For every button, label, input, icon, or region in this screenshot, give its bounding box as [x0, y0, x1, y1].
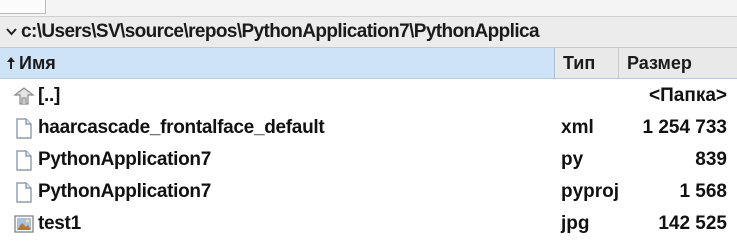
file-icon — [10, 144, 38, 176]
list-item[interactable]: test1 jpg 142 525 — [0, 208, 737, 240]
folder-up-icon — [10, 80, 38, 112]
list-item-size: 839 — [695, 149, 727, 170]
list-item[interactable]: PythonApplication7 py 839 — [0, 144, 737, 176]
image-file-icon — [10, 208, 38, 240]
file-panel: c:\Users\SV\source\repos\PythonApplicati… — [0, 0, 737, 246]
column-header-name-label: Имя — [19, 52, 56, 73]
list-item-size: 142 525 — [658, 213, 727, 234]
sort-ascending-icon — [6, 56, 16, 70]
file-icon — [10, 176, 38, 208]
list-item-size: <Папка> — [649, 85, 727, 106]
list-item-name: test1 — [38, 213, 81, 234]
list-item-parent-dir[interactable]: [..] <Папка> — [0, 80, 737, 112]
list-item[interactable]: haarcascade_frontalface_default xml 1 25… — [0, 112, 737, 144]
list-item-name: [..] — [38, 85, 61, 106]
column-header-type[interactable]: Тип — [555, 48, 619, 78]
list-item-type: jpg — [561, 213, 590, 234]
column-header-size-label: Размер — [627, 52, 692, 73]
column-header-name[interactable]: Имя — [0, 48, 555, 78]
list-item-type: xml — [561, 117, 594, 138]
list-item-type: py — [561, 149, 584, 170]
chevron-down-icon[interactable] — [6, 28, 18, 36]
list-item-name: haarcascade_frontalface_default — [38, 117, 325, 138]
file-icon — [10, 112, 38, 144]
file-list: [..] <Папка> haarcascade_frontalface_def… — [0, 80, 737, 240]
column-header: Имя Тип Размер — [0, 48, 737, 79]
list-item-type: pyproj — [561, 181, 620, 202]
list-item[interactable]: PythonApplication7 pyproj 1 568 — [0, 176, 737, 208]
path-bar[interactable]: c:\Users\SV\source\repos\PythonApplicati… — [0, 16, 737, 48]
column-header-type-label: Тип — [563, 52, 596, 73]
panel-tab[interactable] — [0, 0, 46, 14]
list-item-size: 1 254 733 — [642, 117, 727, 138]
list-item-name: PythonApplication7 — [38, 149, 211, 170]
list-item-size: 1 568 — [679, 181, 727, 202]
column-header-size[interactable]: Размер — [619, 48, 737, 78]
list-item-name: PythonApplication7 — [38, 181, 211, 202]
panel-tab-strip — [0, 0, 737, 16]
current-path: c:\Users\SV\source\repos\PythonApplicati… — [21, 21, 540, 42]
